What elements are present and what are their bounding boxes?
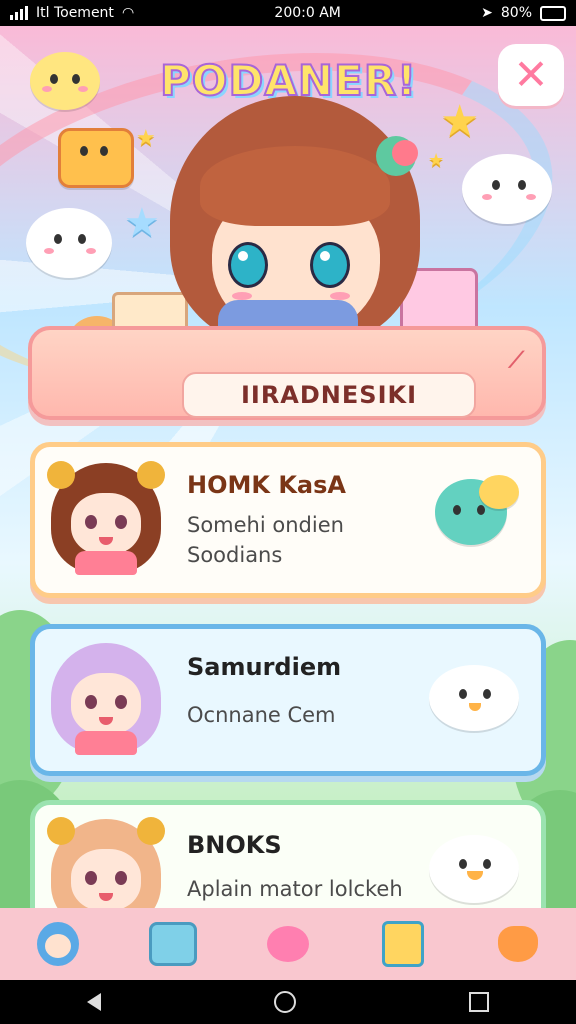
star-icon: ★ <box>124 200 160 246</box>
character-card[interactable]: HOMK KasA Somehi ondien Soodians <box>30 442 546 598</box>
cloud-chick-icon <box>429 665 519 735</box>
battery-label: 80% <box>500 5 532 21</box>
signal-icon <box>10 6 28 20</box>
nav-cup-icon[interactable] <box>145 916 201 972</box>
home-icon[interactable] <box>273 991 296 1013</box>
yellow-chick-mascot <box>30 52 100 112</box>
cloud-cat-mascot-right <box>462 154 552 226</box>
nav-note-icon[interactable] <box>375 916 431 972</box>
nav-bunny-icon[interactable] <box>260 916 316 972</box>
status-bar: Itl Toement ◠ 200:0 AM ➤ 80% <box>0 0 576 26</box>
cloud-mascot-left <box>26 208 112 280</box>
star-icon: ★ <box>136 126 156 151</box>
close-icon: ✕ <box>513 50 549 99</box>
card-line: Ocnnane Cem <box>187 703 336 727</box>
nav-girl-icon[interactable] <box>30 916 86 972</box>
nav-fox-icon[interactable] <box>490 916 546 972</box>
recents-icon[interactable] <box>469 992 490 1012</box>
character-card[interactable]: Samurdiem Ocnnane Cem <box>30 624 546 776</box>
carrier-label: Itl Toement <box>36 5 114 21</box>
wifi-icon: ◠ <box>121 5 135 21</box>
screen: Itl Toement ◠ 200:0 AM ➤ 80% PODANER! ✕ <box>0 0 576 1024</box>
toast-mascot <box>58 128 134 188</box>
clock: 200:0 AM <box>274 5 341 21</box>
star-icon: ★ <box>440 96 480 147</box>
sparkle-icon: ⟋ <box>508 348 524 373</box>
location-icon: ➤ <box>481 5 493 21</box>
bottom-nav <box>0 908 576 980</box>
avatar <box>51 643 161 755</box>
fish-mascot-icon <box>435 475 519 557</box>
duck-mascot-icon <box>429 835 519 905</box>
close-button[interactable]: ✕ <box>498 44 564 106</box>
card-line: Soodians <box>187 543 283 567</box>
banner-label: IIRADNESIKI <box>182 372 476 418</box>
avatar <box>47 461 165 575</box>
battery-icon <box>540 5 566 21</box>
card-title: HOMK KasA <box>187 471 346 499</box>
back-icon[interactable] <box>86 993 101 1011</box>
card-line: Somehi ondien <box>187 513 344 537</box>
system-nav-bar <box>0 980 576 1024</box>
star-icon: ★ <box>428 150 445 171</box>
card-title: Samurdiem <box>187 653 342 681</box>
hero-banner[interactable]: IIRADNESIKI ⟋ <box>28 326 546 420</box>
card-line: Aplain mator lolckeh <box>187 877 403 901</box>
card-title: BNOKS <box>187 831 282 859</box>
